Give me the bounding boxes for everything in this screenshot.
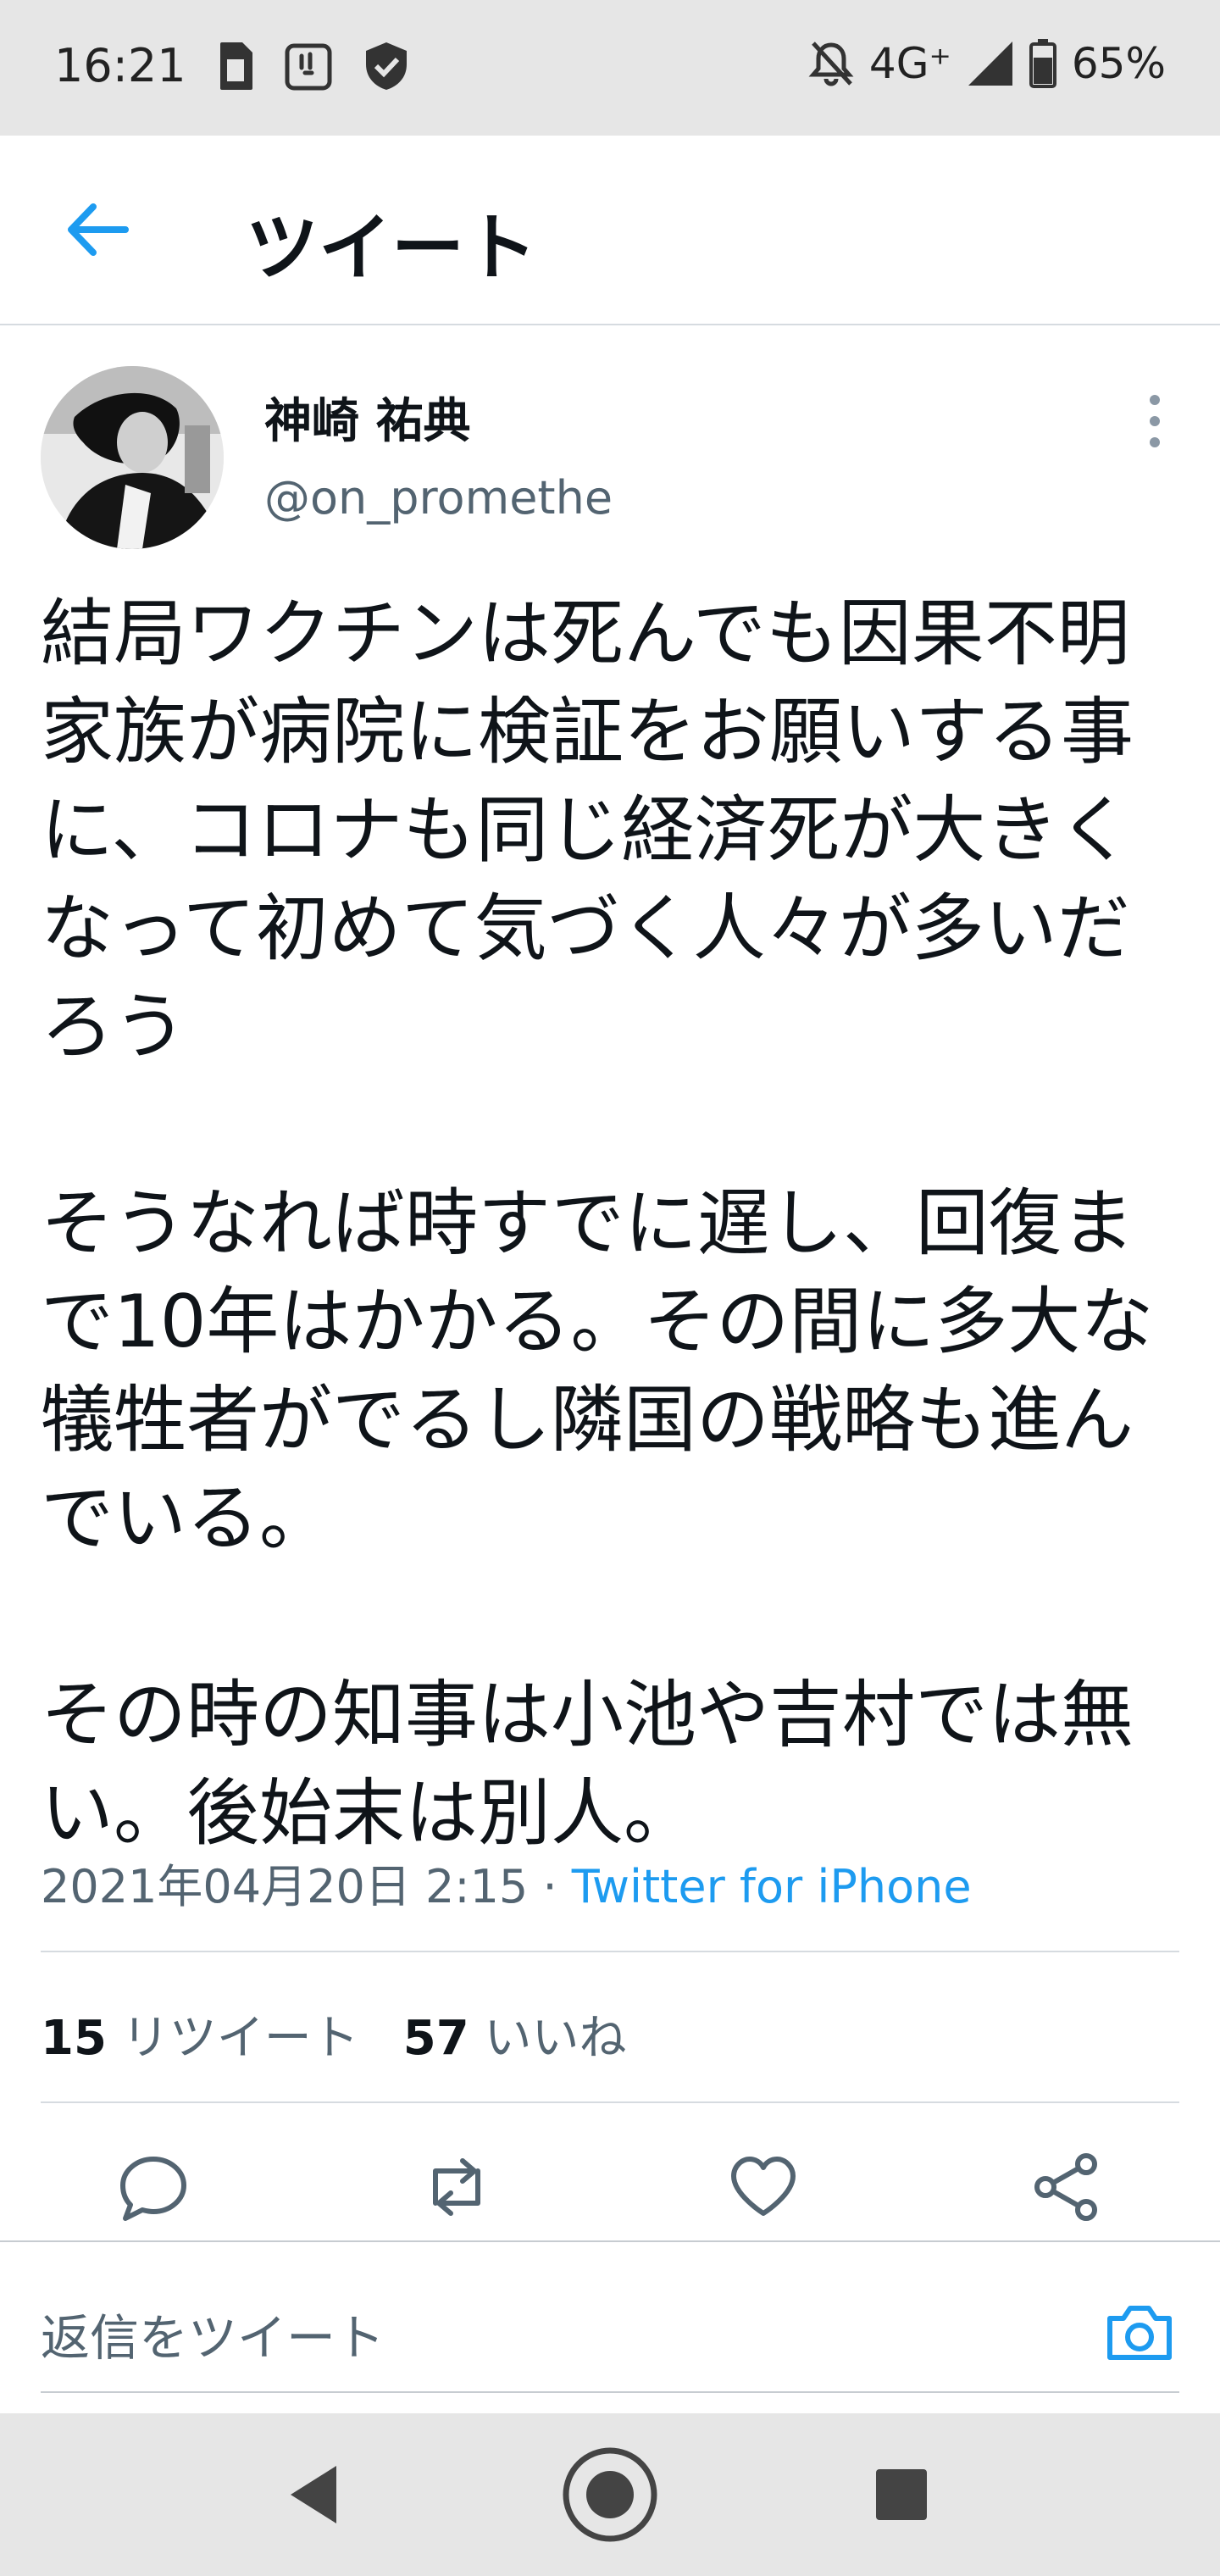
status-time: 16:21 [54,39,186,92]
like-count: 57 [402,2011,469,2066]
author-name[interactable]: 神崎 祐典 [264,383,471,452]
retweet-count: 15 [41,2011,107,2066]
tweet-text: 結局ワクチンは死んでも因果不明家族が病院に検証をお願いする事に、コロナも同じ経済… [41,591,1154,1856]
retweet-icon[interactable] [419,2149,495,2225]
nav-back-button[interactable] [254,2413,373,2576]
status-icons-right: 4G⁺ 65% [808,39,1166,88]
battery-icon [1029,39,1056,88]
status-bar: 16:21 4G⁺ 65% [0,0,1220,136]
camera-icon[interactable] [1101,2295,1178,2371]
bell-off-icon [808,42,854,86]
share-icon[interactable] [1029,2149,1105,2225]
like-icon[interactable] [725,2149,801,2225]
tweet-source[interactable]: Twitter for iPhone [572,1860,972,1913]
engagement-counts: 15 リツイート 57 いいね [41,2000,627,2068]
home-circle-icon [563,2447,657,2542]
network-type: 4G⁺ [868,39,951,88]
divider [41,2101,1179,2103]
reply-input[interactable]: 返信をツイート [41,2298,385,2369]
top-app-bar: ツイート [0,136,1220,325]
shield-check-icon [366,42,407,90]
retweet-label: リツイート [121,2011,359,2066]
sim-card-icon [220,42,252,90]
battery-level: 65% [1071,39,1166,88]
reply-icon[interactable] [115,2149,191,2225]
divider [41,1951,1179,1952]
like-stat[interactable]: 57 いいね [403,2011,627,2066]
page-title: ツイート [246,206,537,291]
notification-app-icon [285,43,332,91]
avatar[interactable] [41,366,224,549]
back-arrow-icon[interactable] [59,192,136,268]
retweet-stat[interactable]: 15 リツイート [41,2011,359,2066]
avatar-photo [41,366,224,549]
tweet-detail-screen: 16:21 4G⁺ 65% ツイート 神崎 祐典 @on_promethe 結局… [0,0,1220,2576]
back-triangle-icon [291,2466,336,2523]
nav-home-button[interactable] [551,2413,669,2576]
nav-recents-button[interactable] [842,2413,961,2576]
more-options-icon[interactable] [1134,391,1176,451]
signal-icon [968,42,1012,86]
system-nav-bar [0,2413,1220,2576]
meta-separator: · [528,1860,572,1913]
status-icons-left [217,41,410,92]
author-handle[interactable]: @on_promethe [264,471,613,525]
reply-underline [41,2391,1179,2393]
recents-square-icon [876,2469,927,2520]
tweet-date: 2021年04月20日 2:15 [41,1860,529,1913]
like-label: いいね [484,2011,627,2066]
tweet-metadata: 2021年04月20日 2:15 · Twitter for iPhone [41,1849,972,1916]
